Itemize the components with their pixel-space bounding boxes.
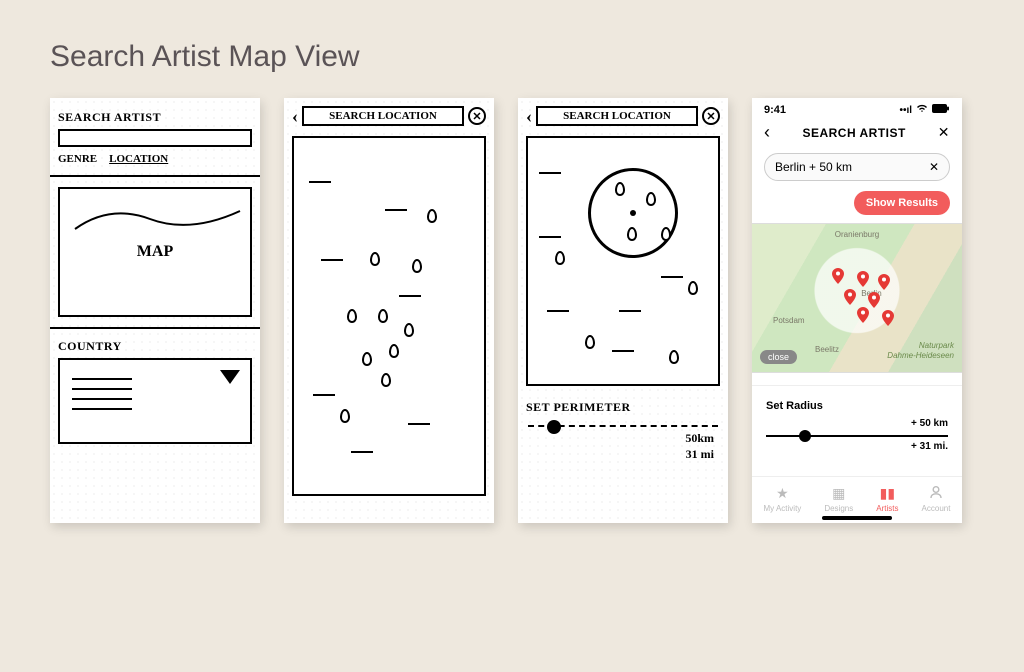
frames-row: SEARCH ARTIST GENRE LOCATION MAP COUNTRY… bbox=[50, 98, 974, 523]
signal-icon: ••ıl bbox=[899, 105, 912, 116]
map-pin-icon[interactable] bbox=[857, 271, 869, 283]
perimeter-mi: 31 mi bbox=[526, 447, 714, 463]
map-placeholder[interactable]: MAP bbox=[58, 187, 252, 317]
tab-my-activity[interactable]: ★ My Activity bbox=[764, 485, 802, 513]
map-pin-icon[interactable] bbox=[857, 307, 869, 319]
status-time: 9:41 bbox=[764, 104, 786, 116]
wireframe-3: ‹ SEARCH LOCATION ✕ SET PERIMETER bbox=[518, 98, 728, 523]
status-bar: 9:41 ••ıl bbox=[752, 98, 962, 118]
map-view[interactable]: Oranienburg Berlin Potsdam Naturpark Dah… bbox=[752, 223, 962, 373]
country-dropdown[interactable] bbox=[58, 358, 252, 444]
grid-icon: ▦ bbox=[832, 485, 845, 502]
star-icon: ★ bbox=[776, 485, 789, 502]
close-button[interactable]: ✕ bbox=[938, 124, 950, 141]
map-park-label: Naturpark bbox=[919, 341, 954, 350]
back-icon[interactable]: ‹ bbox=[292, 107, 298, 125]
back-icon[interactable]: ‹ bbox=[526, 107, 532, 125]
clear-icon[interactable]: ✕ bbox=[929, 160, 939, 174]
page-title: Search Artist Map View bbox=[50, 40, 974, 74]
tab-label: Artists bbox=[876, 504, 898, 513]
country-label: COUNTRY bbox=[58, 339, 252, 354]
artists-icon: ▮▮ bbox=[880, 485, 895, 502]
header-title: SEARCH ARTIST bbox=[802, 126, 905, 140]
header-title: SEARCH LOCATION bbox=[302, 106, 464, 126]
radius-slider[interactable] bbox=[766, 435, 948, 437]
radius-circle bbox=[588, 168, 678, 258]
account-icon bbox=[929, 485, 943, 502]
map-park-label: Dahme-Heideseen bbox=[887, 351, 954, 360]
wireframe-2: ‹ SEARCH LOCATION ✕ bbox=[284, 98, 494, 523]
set-perimeter-label: SET PERIMETER bbox=[526, 400, 720, 415]
home-indicator bbox=[822, 516, 892, 520]
back-button[interactable]: ‹ bbox=[764, 122, 771, 143]
wifi-icon bbox=[916, 104, 928, 116]
radius-km-value: + 50 km bbox=[766, 418, 948, 429]
tab-designs[interactable]: ▦ Designs bbox=[824, 485, 853, 513]
tab-genre[interactable]: GENRE bbox=[58, 153, 97, 165]
map-pin-icon[interactable] bbox=[882, 310, 894, 322]
close-icon[interactable]: ✕ bbox=[468, 107, 486, 125]
map-city-label: Beelitz bbox=[815, 345, 839, 354]
radius-mi-value: + 31 mi. bbox=[766, 441, 948, 452]
slider-knob[interactable] bbox=[799, 430, 811, 442]
header-title: SEARCH LOCATION bbox=[536, 106, 698, 126]
map-close-button[interactable]: close bbox=[760, 350, 797, 364]
map-pin-icon[interactable] bbox=[844, 289, 856, 301]
map-label: MAP bbox=[137, 243, 173, 261]
tab-label: My Activity bbox=[764, 504, 802, 513]
tab-location[interactable]: LOCATION bbox=[109, 153, 168, 165]
perimeter-slider[interactable] bbox=[528, 425, 718, 427]
slider-knob[interactable] bbox=[547, 420, 561, 434]
show-results-button[interactable]: Show Results bbox=[854, 191, 950, 215]
radius-panel: Set Radius + 50 km + 31 mi. bbox=[752, 385, 962, 462]
close-icon[interactable]: ✕ bbox=[702, 107, 720, 125]
wireframe-1: SEARCH ARTIST GENRE LOCATION MAP COUNTRY bbox=[50, 98, 260, 523]
map-pin-icon[interactable] bbox=[832, 268, 844, 280]
mockup-search-artist: 9:41 ••ıl ‹ SEARCH ARTIST ✕ Berlin + 50 … bbox=[752, 98, 962, 523]
location-search-input[interactable]: Berlin + 50 km ✕ bbox=[764, 153, 950, 181]
map-with-pins[interactable] bbox=[292, 136, 486, 496]
map-city-label: Potsdam bbox=[773, 316, 805, 325]
tab-artists[interactable]: ▮▮ Artists bbox=[876, 485, 898, 513]
search-input[interactable] bbox=[58, 129, 252, 147]
map-with-radius[interactable] bbox=[526, 136, 720, 386]
battery-icon bbox=[932, 104, 950, 116]
map-pin-icon[interactable] bbox=[878, 274, 890, 286]
search-value: Berlin + 50 km bbox=[775, 160, 852, 174]
tab-label: Account bbox=[922, 504, 951, 513]
tab-label: Designs bbox=[824, 504, 853, 513]
bottom-tab-bar: ★ My Activity ▦ Designs ▮▮ Artists Accou… bbox=[752, 476, 962, 523]
tab-account[interactable]: Account bbox=[922, 485, 951, 513]
map-city-label: Oranienburg bbox=[835, 230, 879, 239]
heading-search-artist: SEARCH ARTIST bbox=[58, 110, 252, 125]
map-pin-icon[interactable] bbox=[868, 292, 880, 304]
set-radius-label: Set Radius bbox=[766, 400, 948, 412]
chevron-down-icon bbox=[220, 370, 240, 384]
